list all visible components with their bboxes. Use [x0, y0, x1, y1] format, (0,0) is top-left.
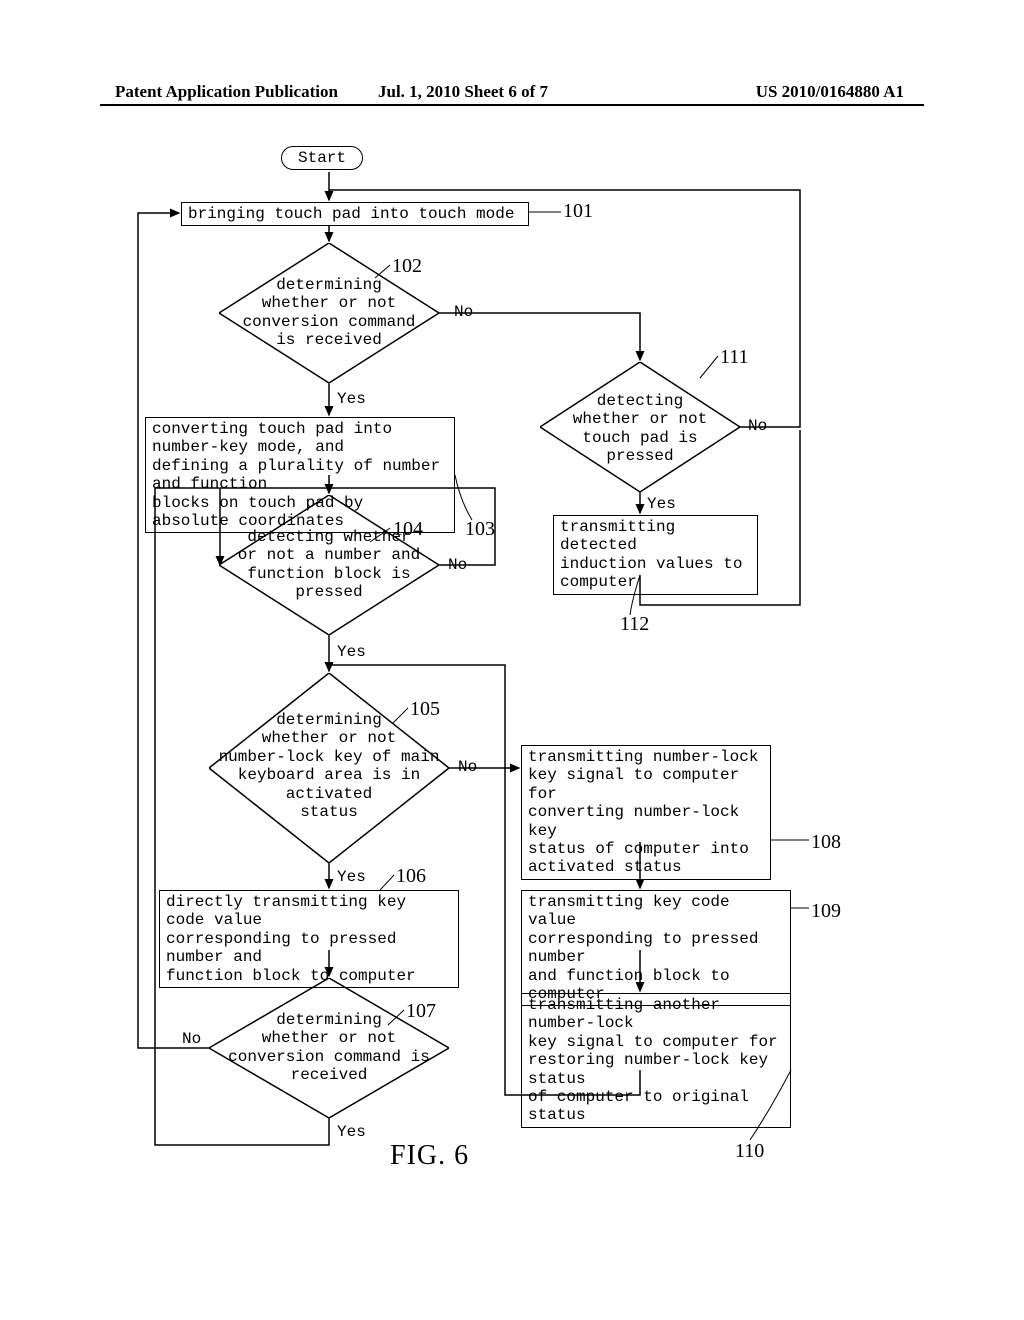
flowchart-canvas: 101 102 103 104 105 106 107 108 109 110 …	[0, 130, 1024, 1260]
header-left: Patent Application Publication	[115, 82, 378, 102]
header-center: Jul. 1, 2010 Sheet 6 of 7	[378, 82, 641, 102]
header-right: US 2010/0164880 A1	[641, 82, 904, 102]
flow-lines	[0, 130, 1024, 1260]
header-rule	[100, 104, 924, 106]
figure-label: FIG. 6	[390, 1140, 469, 1172]
